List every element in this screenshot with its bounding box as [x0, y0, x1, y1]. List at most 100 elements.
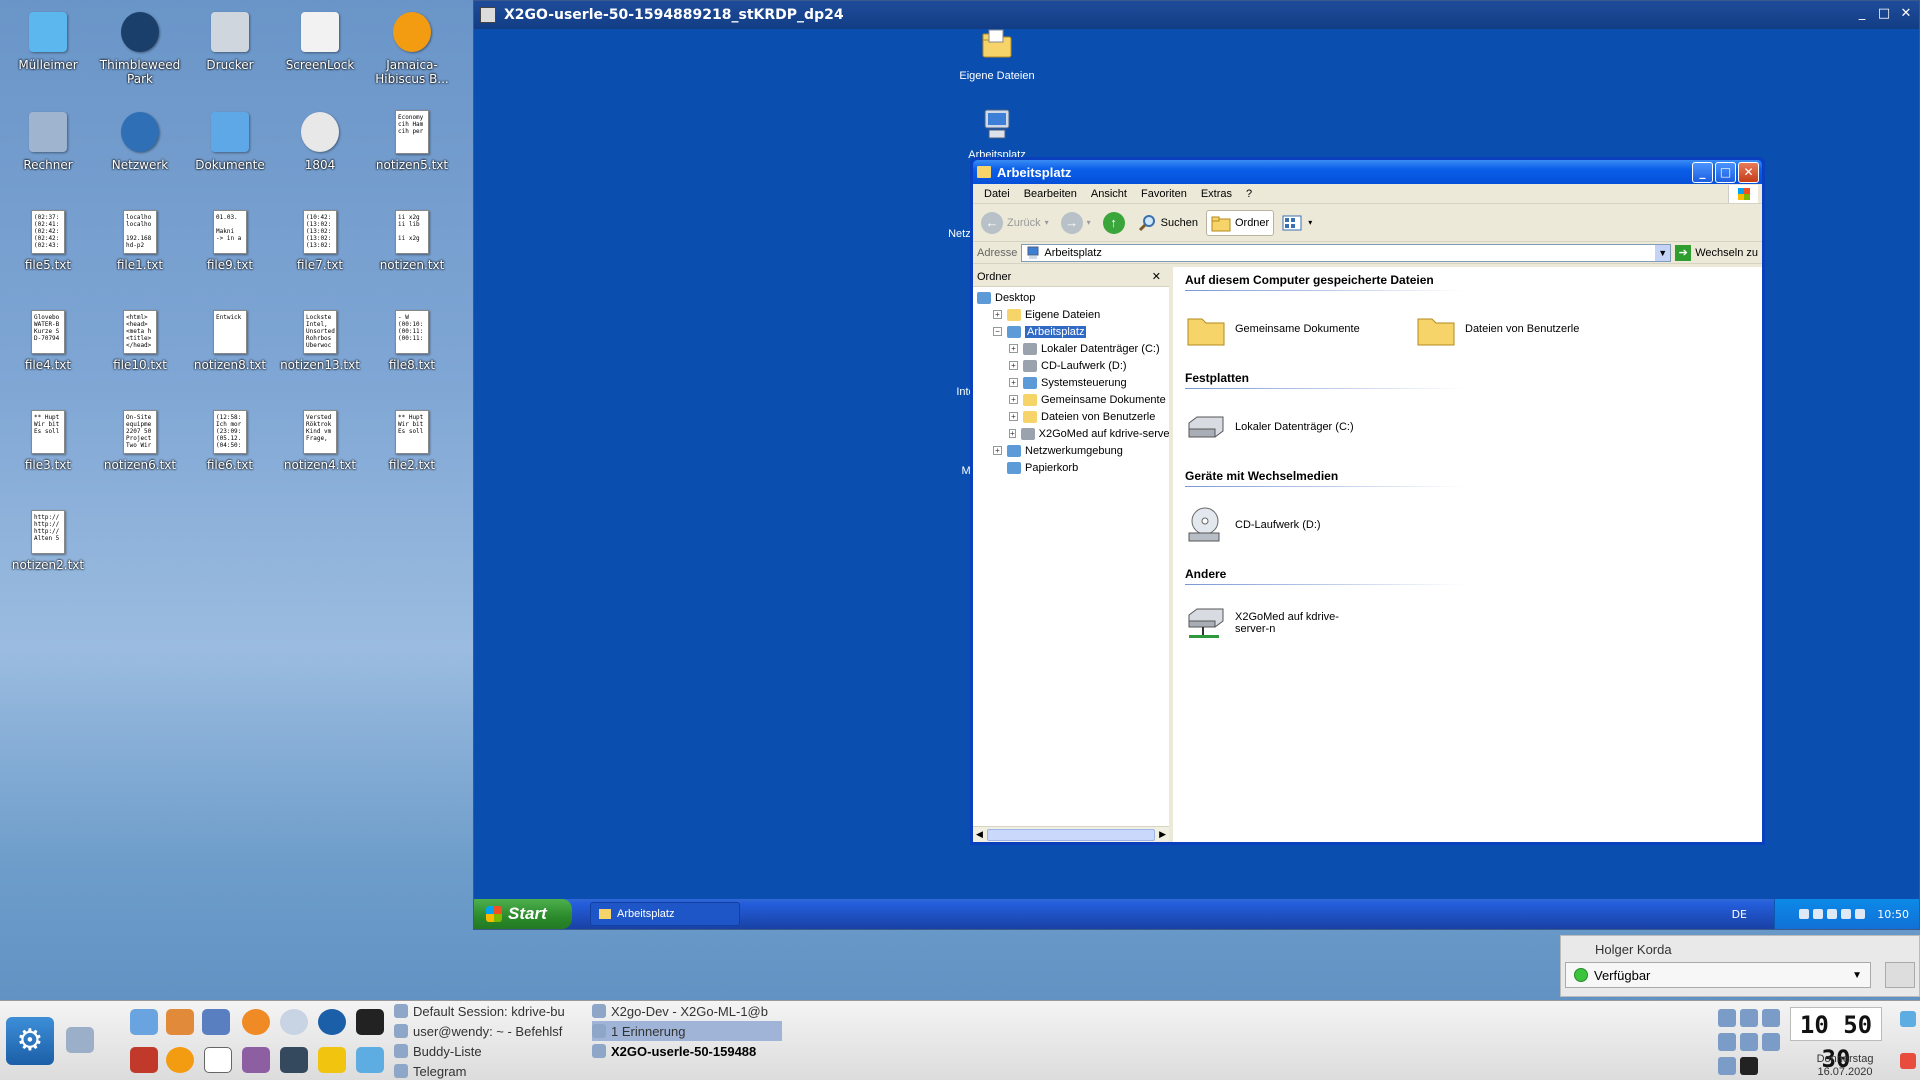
desktop-icon[interactable]: Versted Röktrok Kind vm Frage, notizen4.t…	[274, 408, 366, 472]
desktop-icon[interactable]: Netzwerk	[94, 108, 186, 172]
xp-taskbar-item-arbeitsplatz[interactable]: Arbeitsplatz	[590, 902, 740, 926]
expand-icon[interactable]: +	[1009, 395, 1018, 404]
tree-item[interactable]: + Lokaler Datenträger (C:)	[973, 340, 1169, 357]
desktop-icon[interactable]: Dokumente	[184, 108, 276, 172]
expand-icon[interactable]: +	[993, 310, 1002, 319]
tray-icon[interactable]	[1841, 909, 1852, 919]
app-icon[interactable]	[356, 1047, 384, 1073]
tray-icon[interactable]	[1799, 909, 1810, 919]
browser-icon[interactable]	[280, 1009, 308, 1035]
tray-icon[interactable]	[1827, 909, 1838, 919]
tree-item[interactable]: + Dateien von Benutzerle	[973, 408, 1169, 425]
menu-favoriten[interactable]: Favoriten	[1134, 188, 1194, 200]
tray-icon[interactable]	[1762, 1009, 1780, 1027]
contact-name[interactable]: Holger Korda	[1561, 936, 1919, 957]
volume-icon[interactable]	[1718, 1033, 1736, 1051]
expand-icon[interactable]: +	[993, 446, 1002, 455]
expand-icon[interactable]: +	[1009, 344, 1018, 353]
notifications-icon[interactable]	[1900, 1011, 1916, 1027]
application-menu-button[interactable]: ⚙	[6, 1017, 54, 1065]
java-icon[interactable]	[130, 1047, 158, 1073]
tree-item[interactable]: + Netzwerkumgebung	[973, 442, 1169, 459]
desktop-icon[interactable]: ScreenLock	[274, 8, 366, 72]
explorer-maximize-button[interactable]: □	[1715, 162, 1736, 183]
drive-item[interactable]: Gemeinsame Dokumente	[1185, 309, 1365, 349]
drive-item[interactable]: X2GoMed auf kdrive-server-n	[1185, 603, 1365, 643]
desktop-icon[interactable]: localho localho 192.168 hd-p2 file1.txt	[94, 208, 186, 272]
desktop-icon[interactable]: Lockste Intel, Unsorted Rohrbos Uberwoc n…	[274, 308, 366, 372]
drive-item[interactable]: Dateien von Benutzerle	[1415, 309, 1595, 349]
scroll-thumb[interactable]	[986, 828, 1156, 841]
task-item[interactable]: Telegram	[394, 1061, 584, 1080]
tree-item[interactable]: Desktop	[973, 289, 1169, 306]
tools-icon[interactable]	[202, 1009, 230, 1035]
tray-icon[interactable]	[1740, 1009, 1758, 1027]
desktop-icon[interactable]: Thimbleweed Park	[94, 8, 186, 86]
explorer-window[interactable]: Arbeitsplatz _ □ ✕ Datei Bearbeiten Ansi…	[970, 157, 1765, 845]
power-icon[interactable]	[1900, 1053, 1916, 1069]
collapse-icon[interactable]: −	[993, 327, 1002, 336]
menu-bearbeiten[interactable]: Bearbeiten	[1017, 188, 1084, 200]
task-item[interactable]: X2GO-userle-50-159488	[592, 1041, 782, 1061]
contacts-button[interactable]	[1885, 962, 1915, 988]
desktop-icon[interactable]: (02:37: (02:41: (02:42: (02:42: (02:43: f…	[2, 208, 94, 272]
explorer-titlebar[interactable]: Arbeitsplatz	[973, 160, 1762, 184]
tree-item[interactable]: Papierkorb	[973, 459, 1169, 476]
task-item-active[interactable]: 1 Erinnerung	[592, 1021, 782, 1041]
tray-icon[interactable]	[1813, 909, 1824, 919]
tray-icon[interactable]	[1855, 909, 1866, 919]
scroll-right-icon[interactable]: ▶	[1159, 829, 1169, 840]
chat-icon[interactable]	[242, 1047, 270, 1073]
tray-icon[interactable]	[1740, 1057, 1758, 1075]
digital-clock[interactable]: 10 50 30	[1790, 1007, 1882, 1073]
up-button[interactable]: ↑	[1099, 209, 1129, 237]
back-button[interactable]: ← Zurück ▾	[977, 209, 1053, 237]
tree-item[interactable]: + Systemsteuerung	[973, 374, 1169, 391]
desktop-icon[interactable]: Rechner	[2, 108, 94, 172]
task-item[interactable]: X2go-Dev - X2Go-ML-1@b	[592, 1001, 782, 1021]
start-button[interactable]: Start	[474, 899, 572, 929]
menu-datei[interactable]: Datei	[977, 188, 1017, 200]
drive-item[interactable]: Lokaler Datenträger (C:)	[1185, 407, 1365, 447]
remote-window-titlebar[interactable]: X2GO-userle-50-1594889218_stKRDP_dp24	[474, 1, 1919, 29]
terminal-icon[interactable]	[356, 1009, 384, 1035]
flower-icon[interactable]	[166, 1047, 194, 1073]
maximize-button[interactable]: □	[1875, 5, 1893, 23]
explorer-close-button[interactable]: ✕	[1738, 162, 1759, 183]
address-dropdown-icon[interactable]: ▼	[1655, 244, 1671, 261]
address-input[interactable]: Arbeitsplatz ▼	[1021, 243, 1672, 262]
tree-item[interactable]: + CD-Laufwerk (D:)	[973, 357, 1169, 374]
folders-button[interactable]: Ordner	[1205, 209, 1275, 236]
home-icon[interactable]	[166, 1009, 194, 1035]
desktop-icon[interactable]: 01.03. Makni -> in a file9.txt	[184, 208, 276, 272]
desktop-icon[interactable]: ii x2g ii lib ii x2g notizen.txt	[366, 208, 458, 272]
tree-item[interactable]: − Arbeitsplatz	[973, 323, 1169, 340]
tray-icon[interactable]	[1718, 1009, 1736, 1027]
expand-icon[interactable]: +	[1009, 378, 1018, 387]
views-button[interactable]: ▾	[1278, 211, 1316, 235]
desktop-icon[interactable]: - W (00:10: (00:11: (00:11: file8.txt	[366, 308, 458, 372]
menu-help[interactable]: ?	[1239, 188, 1259, 200]
desktop-icon[interactable]: Economy cih Ham cih per notizen5.txt	[366, 108, 458, 172]
expand-icon[interactable]: +	[1009, 412, 1018, 421]
close-button[interactable]: ✕	[1897, 5, 1915, 23]
task-item[interactable]: user@wendy: ~ - Befehlsf	[394, 1021, 584, 1041]
desktop-icon[interactable]: http:// http:// http:// Alten 5 notizen2.…	[2, 508, 94, 572]
desktop-icon[interactable]: Entwick notizen8.txt	[184, 308, 276, 372]
task-item[interactable]: Buddy-Liste	[394, 1041, 584, 1061]
desktop-icon[interactable]: Jamaica-Hibiscus B...	[366, 8, 458, 86]
xp-clock[interactable]: 10:50	[1877, 908, 1909, 921]
expand-icon[interactable]: +	[1009, 361, 1018, 370]
launcher-icon[interactable]	[130, 1009, 158, 1035]
desktop-icon[interactable]: ** Hupt Wir bit Es soll file2.txt	[366, 408, 458, 472]
tree-item[interactable]: + Gemeinsame Dokumente	[973, 391, 1169, 408]
firefox-icon[interactable]	[242, 1009, 270, 1035]
desktop-icon[interactable]: Mülleimer	[2, 8, 94, 72]
show-desktop-icon[interactable]	[66, 1027, 94, 1053]
go-button[interactable]: ➔ Wechseln zu	[1675, 244, 1758, 261]
drive-item[interactable]: CD-Laufwerk (D:)	[1185, 505, 1365, 545]
tree-item[interactable]: + X2GoMed auf kdrive-server-n	[973, 425, 1169, 442]
files-icon[interactable]	[318, 1047, 346, 1073]
text-editor-icon[interactable]	[204, 1047, 232, 1073]
desktop-icon[interactable]: (10:42: (13:02: (13:02: (13:02: (13:02: f…	[274, 208, 366, 272]
